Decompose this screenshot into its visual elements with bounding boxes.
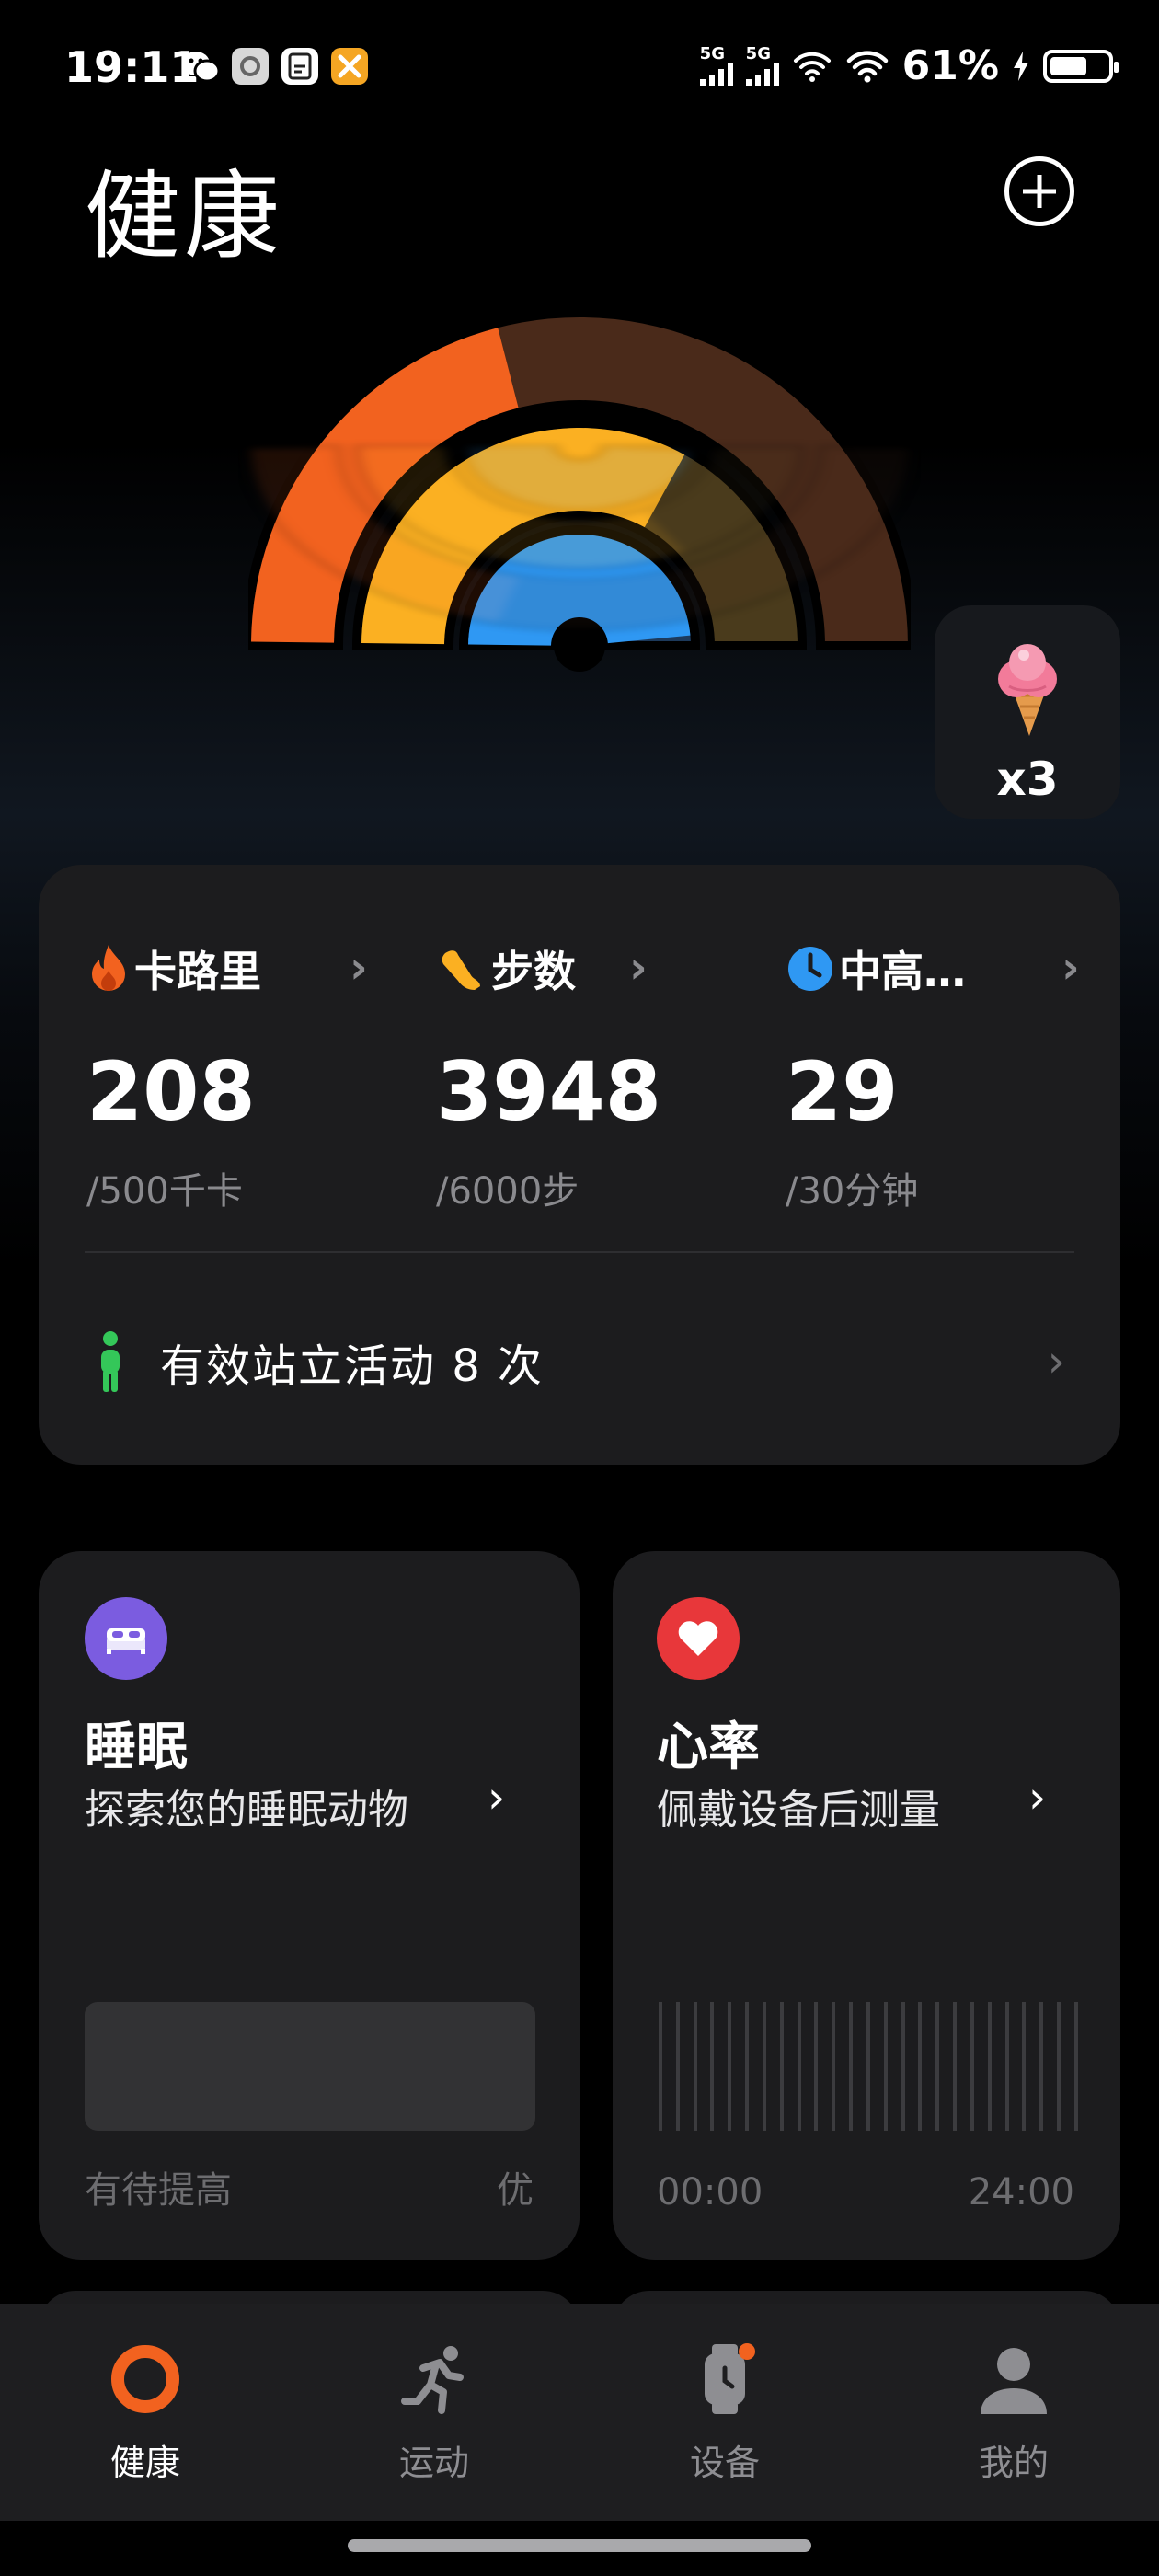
timeline-tick bbox=[901, 2002, 905, 2131]
home-indicator[interactable] bbox=[348, 2539, 811, 2552]
notes-app-icon bbox=[281, 48, 318, 85]
timeline-tick bbox=[849, 2002, 854, 2131]
tab-label: 运动 bbox=[398, 2443, 469, 2483]
chevron-right-icon: › bbox=[1028, 1772, 1047, 1823]
stand-activity-row[interactable]: 有效站立活动 8 次 › bbox=[85, 1316, 1074, 1408]
tab-workout[interactable]: 运动 bbox=[333, 2340, 535, 2485]
tab-label: 健康 bbox=[109, 2443, 180, 2483]
status-time: 19:11 bbox=[64, 42, 200, 92]
timeline-tick bbox=[1022, 2002, 1027, 2131]
timeline-tick bbox=[935, 2002, 940, 2131]
timeline-tick bbox=[1057, 2002, 1061, 2131]
active-minutes-ring-progress bbox=[468, 446, 691, 508]
calories-value: 208 bbox=[86, 1044, 256, 1139]
wifi-icon bbox=[846, 50, 888, 82]
sleep-subtitle: 探索您的睡眠动物 bbox=[85, 1787, 408, 1834]
activity-rings-reflection bbox=[248, 443, 911, 633]
active-minutes-metric[interactable]: 中高… › 29 /30分钟 bbox=[786, 938, 1098, 1214]
sleep-low-label: 有待提高 bbox=[85, 2169, 232, 2212]
timeline-tick bbox=[797, 2002, 801, 2131]
cellular-signal-icon: 5G bbox=[699, 45, 733, 86]
heart-rate-end-time: 24:00 bbox=[968, 2171, 1074, 2214]
timeline-tick bbox=[1004, 2002, 1009, 2131]
ice-cream-icon bbox=[998, 644, 1057, 736]
timeline-tick bbox=[1073, 2002, 1078, 2131]
active-minutes-value: 29 bbox=[786, 1044, 899, 1139]
chevron-right-icon: › bbox=[488, 1772, 506, 1823]
standing-person-icon bbox=[101, 1331, 120, 1392]
heart-rate-timeline bbox=[659, 2002, 1078, 2131]
steps-goal: /6000步 bbox=[436, 1170, 580, 1213]
heart-rate-start-time: 00:00 bbox=[657, 2171, 763, 2214]
settings-app-icon bbox=[232, 48, 269, 85]
chevron-right-icon: › bbox=[1061, 942, 1080, 994]
timeline-tick bbox=[814, 2002, 819, 2131]
tools-app-icon bbox=[331, 48, 368, 85]
sleep-high-label: 优 bbox=[497, 2169, 534, 2212]
timeline-tick bbox=[659, 2002, 662, 2131]
charging-icon bbox=[1014, 51, 1028, 81]
heart-rate-subtitle: 佩戴设备后测量 bbox=[657, 1787, 940, 1834]
divider bbox=[85, 1251, 1074, 1253]
timeline-tick bbox=[693, 2002, 697, 2131]
timeline-tick bbox=[1039, 2002, 1044, 2131]
shoe-icon bbox=[442, 950, 480, 990]
tab-label: 设备 bbox=[689, 2443, 760, 2483]
stand-activity-text: 有效站立活动 8 次 bbox=[160, 1340, 545, 1392]
timeline-tick bbox=[745, 2002, 750, 2131]
bottom-tab-bar: 健康 运动 设备 我的 bbox=[0, 2304, 1159, 2521]
timeline-tick bbox=[762, 2002, 766, 2131]
person-icon bbox=[981, 2348, 1047, 2414]
timeline-tick bbox=[675, 2002, 680, 2131]
timeline-tick bbox=[866, 2002, 870, 2131]
heart-rate-title: 心率 bbox=[657, 1718, 760, 1777]
tab-health[interactable]: 健康 bbox=[44, 2340, 247, 2485]
reward-badge[interactable]: x3 bbox=[935, 605, 1120, 819]
timeline-tick bbox=[883, 2002, 888, 2131]
timeline-tick bbox=[728, 2002, 732, 2131]
chevron-right-icon: › bbox=[629, 942, 648, 994]
timeline-tick bbox=[832, 2002, 836, 2131]
chevron-right-icon: › bbox=[350, 942, 368, 994]
add-button[interactable] bbox=[1004, 156, 1074, 226]
steps-label: 步数 bbox=[491, 947, 576, 996]
active-minutes-goal: /30分钟 bbox=[786, 1170, 919, 1213]
clock-icon bbox=[788, 947, 832, 991]
active-minutes-label: 中高… bbox=[839, 947, 966, 996]
tab-profile[interactable]: 我的 bbox=[912, 2340, 1115, 2485]
steps-value: 3948 bbox=[436, 1044, 661, 1139]
status-bar: 19:11 5G 5G 61% bbox=[0, 0, 1159, 138]
page-title: 健康 bbox=[85, 160, 284, 272]
wechat-icon bbox=[180, 48, 221, 85]
heart-icon bbox=[657, 1597, 740, 1680]
bed-icon bbox=[85, 1597, 167, 1680]
calories-goal: /500千卡 bbox=[86, 1170, 243, 1213]
battery-percent: 61% bbox=[901, 42, 999, 89]
timeline-tick bbox=[710, 2002, 715, 2131]
chevron-right-icon: › bbox=[1047, 1336, 1065, 1387]
timeline-tick bbox=[953, 2002, 958, 2131]
timeline-tick bbox=[918, 2002, 923, 2131]
tab-label: 我的 bbox=[978, 2443, 1049, 2483]
watch-icon bbox=[705, 2343, 755, 2414]
calories-label: 卡路里 bbox=[134, 947, 261, 996]
sleep-title: 睡眠 bbox=[85, 1718, 188, 1777]
wifi-call-icon bbox=[793, 52, 831, 82]
activity-summary-card: 卡路里 › 208 /500千卡 步数 › 3948 /6000步 中高… › … bbox=[39, 865, 1120, 1465]
tab-devices[interactable]: 设备 bbox=[624, 2340, 826, 2485]
running-icon bbox=[401, 2346, 464, 2414]
sleep-card[interactable]: 睡眠 探索您的睡眠动物 › 有待提高 优 bbox=[39, 1551, 580, 2260]
steps-metric[interactable]: 步数 › 3948 /6000步 bbox=[436, 938, 749, 1214]
timeline-tick bbox=[779, 2002, 784, 2131]
health-ring-icon bbox=[111, 2345, 179, 2413]
reward-count: x3 bbox=[996, 753, 1059, 806]
calories-metric[interactable]: 卡路里 › 208 /500千卡 bbox=[86, 938, 399, 1214]
heart-rate-card[interactable]: 心率 佩戴设备后测量 › 00:00 24:00 bbox=[613, 1551, 1120, 2260]
timeline-tick bbox=[987, 2002, 992, 2131]
cellular-signal-2-icon: 5G bbox=[745, 45, 779, 86]
sleep-quality-bar bbox=[85, 2002, 535, 2131]
timeline-tick bbox=[970, 2002, 974, 2131]
battery-icon bbox=[1043, 49, 1119, 83]
flame-icon bbox=[92, 945, 125, 991]
